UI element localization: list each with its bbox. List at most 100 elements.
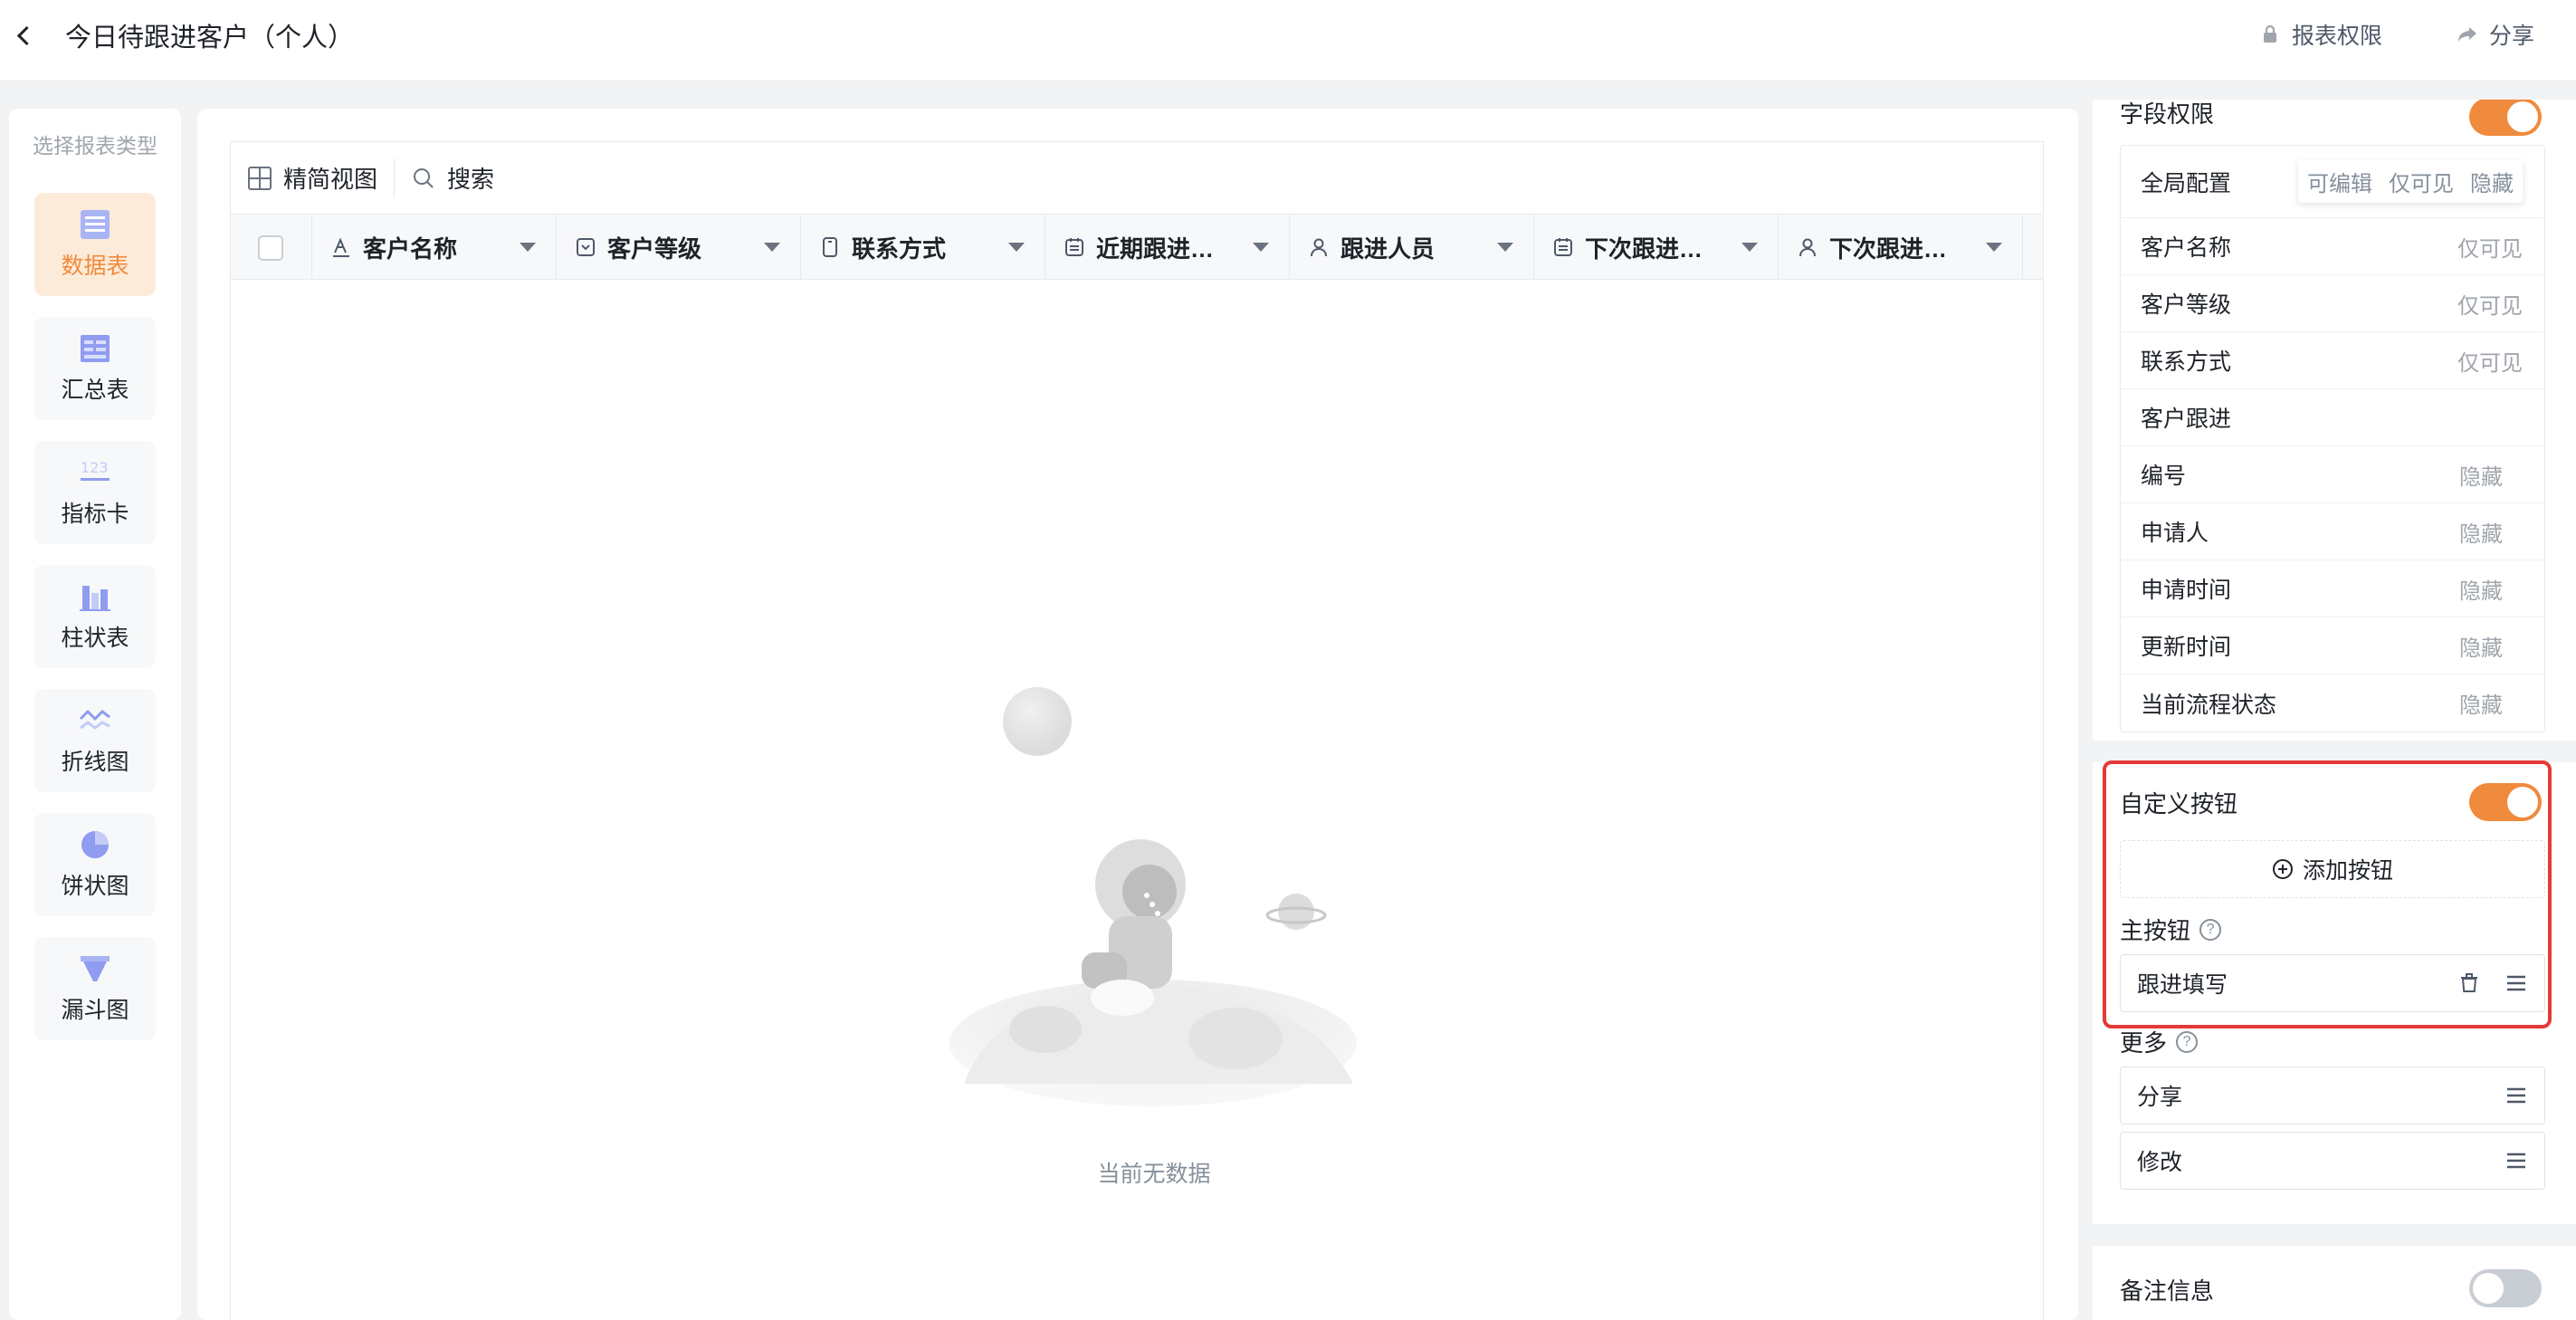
rail-item-label: 数据表	[61, 253, 129, 279]
rail-item-summary-table[interactable]: 汇总表	[34, 317, 156, 420]
section-divider	[2093, 741, 2576, 762]
field-permission[interactable]: 隐藏	[2459, 687, 2503, 719]
empty-state: 当前无数据	[937, 685, 1371, 1192]
rail-item-metric-card[interactable]: 123 指标卡	[34, 441, 156, 544]
phone-field-icon	[823, 237, 837, 257]
option-hidden[interactable]: 隐藏	[2470, 166, 2514, 197]
share-arrow-icon	[2458, 27, 2476, 42]
drag-handle-icon[interactable]	[2504, 1149, 2528, 1172]
caret-down-icon[interactable]	[1253, 243, 1269, 252]
column-header-label: 客户等级	[607, 234, 702, 263]
column-header[interactable]: 下次跟进…	[1779, 215, 2023, 280]
share-button[interactable]: 分享	[2457, 18, 2534, 51]
field-permission[interactable]: 隐藏	[2459, 459, 2503, 491]
summary-table-icon	[81, 335, 110, 362]
rail-item-data-table[interactable]: 数据表	[34, 193, 156, 296]
column-header[interactable]: 客户等级	[557, 215, 801, 280]
column-header[interactable]: 下次跟进…	[1534, 215, 1779, 280]
more-button-name: 分享	[2137, 1085, 2183, 1110]
column-header-label: 联系方式	[852, 234, 947, 263]
caret-down-icon[interactable]	[1986, 243, 2002, 252]
row-actions	[2504, 1084, 2528, 1107]
field-row-flow-status[interactable]: 当前流程状态 隐藏	[2121, 674, 2544, 732]
caret-down-icon[interactable]	[1008, 243, 1025, 252]
field-row-applicant[interactable]: 申请人 隐藏	[2121, 503, 2544, 560]
field-permission-list: 全局配置 可编辑 仅可见 隐藏 客户名称 仅可见 客户等级 仅可见 联系方式 仅可见 …	[2120, 145, 2545, 732]
global-config-row: 全局配置 可编辑 仅可见 隐藏	[2121, 146, 2544, 218]
field-name: 编号	[2141, 464, 2187, 489]
data-table-preview: 精简视图 搜索 客户名称 客户等级 联系方式 近期跟进… 跟进人员 下次跟进… …	[197, 109, 2078, 1320]
column-header[interactable]: 客户名称	[312, 215, 557, 280]
simple-view-label: 精简视图	[283, 166, 378, 193]
select-all-checkbox[interactable]	[258, 235, 283, 261]
more-buttons-label: 更多 ?	[2120, 1025, 2199, 1058]
date-field-icon	[1065, 238, 1083, 256]
lock-icon	[2264, 24, 2276, 43]
drag-handle-icon[interactable]	[2504, 1084, 2528, 1107]
astronaut-empty-illustration	[949, 687, 1357, 1106]
search-label: 搜索	[447, 166, 495, 193]
svg-text:123: 123	[81, 459, 109, 476]
field-row-customer-level[interactable]: 客户等级 仅可见	[2121, 275, 2544, 332]
column-header-label: 近期跟进…	[1096, 234, 1215, 263]
top-bar: 今日待跟进客户（个人） 报表权限 分享	[0, 0, 2576, 81]
column-header[interactable]: 联系方式	[801, 215, 1045, 280]
back-arrow-icon[interactable]	[14, 20, 36, 47]
field-permission[interactable]: 隐藏	[2459, 630, 2503, 662]
report-permission-button[interactable]: 报表权限	[2259, 18, 2382, 51]
more-button-row-share[interactable]: 分享	[2120, 1067, 2545, 1124]
search-button[interactable]: 搜索	[395, 161, 510, 195]
field-name: 当前流程状态	[2141, 692, 2277, 718]
field-row-customer-followup[interactable]: 客户跟进	[2121, 389, 2544, 446]
field-permission[interactable]: 仅可见	[2457, 231, 2523, 263]
rail-item-line-chart[interactable]: 折线图	[34, 689, 156, 792]
rail-item-funnel-chart[interactable]: 漏斗图	[34, 937, 156, 1040]
more-button-row-edit[interactable]: 修改	[2120, 1132, 2545, 1190]
global-config-label: 全局配置	[2141, 170, 2232, 196]
rail-item-bar-chart[interactable]: 柱状表	[34, 565, 156, 668]
notes-toggle[interactable]	[2469, 1269, 2542, 1307]
row-actions	[2504, 1149, 2528, 1172]
field-row-customer-name[interactable]: 客户名称 仅可见	[2121, 218, 2544, 275]
funnel-chart-icon	[81, 956, 110, 981]
table-icon	[81, 210, 110, 239]
caret-down-icon[interactable]	[1497, 243, 1513, 252]
column-header[interactable]: 跟进人员	[1290, 215, 1534, 280]
field-permission[interactable]: 仅可见	[2457, 345, 2523, 377]
caret-down-icon[interactable]	[764, 243, 780, 252]
field-name: 客户跟进	[2141, 407, 2232, 432]
help-icon[interactable]: ?	[2176, 1030, 2199, 1053]
select-field-icon	[577, 238, 595, 256]
settings-panel: 字段权限 全局配置 可编辑 仅可见 隐藏 客户名称 仅可见 客户等级 仅可见 联系方…	[2093, 100, 2576, 1320]
field-name: 申请时间	[2141, 578, 2232, 603]
simple-view-button[interactable]: 精简视图	[231, 161, 394, 195]
rail-item-label: 饼状图	[61, 874, 129, 899]
table-toolbar: 精简视图 搜索	[231, 142, 2043, 215]
table-container: 精简视图 搜索 客户名称 客户等级 联系方式 近期跟进… 跟进人员 下次跟进… …	[230, 141, 2044, 1320]
user-field-icon	[1311, 238, 1327, 257]
field-row-contact[interactable]: 联系方式 仅可见	[2121, 332, 2544, 389]
share-label: 分享	[2489, 24, 2535, 49]
rail-item-label: 漏斗图	[61, 998, 129, 1023]
text-field-icon	[333, 237, 349, 257]
field-permission-toggle[interactable]	[2469, 100, 2542, 136]
pie-chart-icon	[81, 831, 109, 858]
option-editable[interactable]: 可编辑	[2307, 166, 2372, 197]
caret-down-icon[interactable]	[520, 243, 536, 252]
field-row-number[interactable]: 编号 隐藏	[2121, 446, 2544, 503]
line-chart-icon	[79, 709, 110, 730]
field-row-update-time[interactable]: 更新时间 隐藏	[2121, 617, 2544, 674]
highlight-box	[2103, 760, 2552, 1028]
rail-item-pie-chart[interactable]: 饼状图	[34, 813, 156, 916]
field-row-apply-time[interactable]: 申请时间 隐藏	[2121, 560, 2544, 617]
empty-state-text: 当前无数据	[1097, 1162, 1211, 1187]
column-header[interactable]: 近期跟进…	[1045, 215, 1290, 280]
field-permission[interactable]: 隐藏	[2459, 516, 2503, 548]
field-permission[interactable]: 隐藏	[2459, 573, 2503, 605]
caret-down-icon[interactable]	[1741, 243, 1758, 252]
search-icon	[414, 167, 434, 188]
field-permission[interactable]: 仅可见	[2457, 288, 2523, 320]
rail-item-label: 柱状表	[61, 626, 129, 651]
option-view-only[interactable]: 仅可见	[2389, 166, 2454, 197]
field-permission-title: 字段权限	[2120, 100, 2215, 128]
